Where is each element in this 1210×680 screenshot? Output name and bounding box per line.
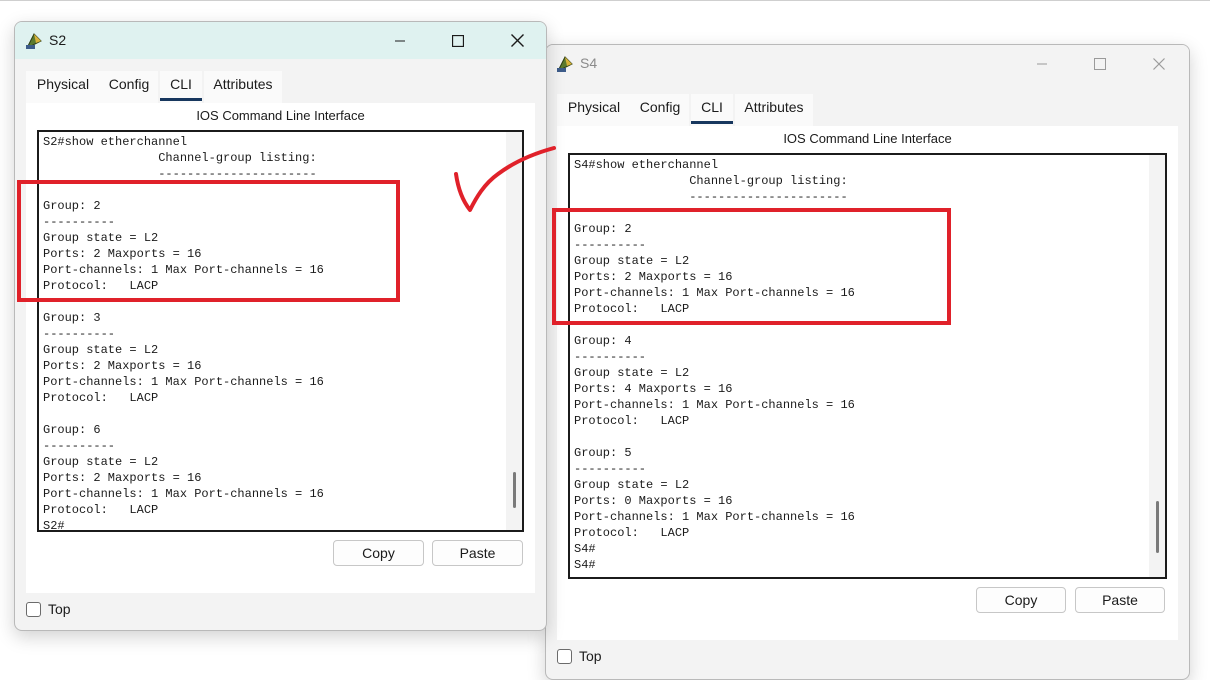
panel-header: IOS Command Line Interface xyxy=(783,131,952,146)
maximize-button[interactable] xyxy=(435,22,481,59)
terminal-output: S4#show etherchannel Channel-group listi… xyxy=(574,158,855,572)
tab-attributes[interactable]: Attributes xyxy=(735,94,813,126)
tab-config[interactable]: Config xyxy=(631,94,689,126)
tab-bar: Physical Config CLI Attributes xyxy=(557,94,1178,126)
desktop-top-border xyxy=(0,0,1210,1)
window-s4[interactable]: S4 Physical Config CLI Attributes IOS Co… xyxy=(545,44,1190,680)
paste-button[interactable]: Paste xyxy=(1075,587,1165,613)
tab-attributes[interactable]: Attributes xyxy=(204,71,282,103)
terminal-scrollbar[interactable] xyxy=(1149,155,1165,577)
window-title: S4 xyxy=(580,55,598,71)
maximize-icon xyxy=(1094,57,1106,70)
top-label: Top xyxy=(48,601,71,617)
close-icon xyxy=(1153,57,1165,70)
window-title: S2 xyxy=(49,32,67,48)
device-panel: Physical Config CLI Attributes IOS Comma… xyxy=(26,71,535,593)
top-checkbox[interactable] xyxy=(26,601,41,617)
maximize-icon xyxy=(452,34,464,47)
tab-bar: Physical Config CLI Attributes xyxy=(26,71,535,103)
top-toggle[interactable]: Top xyxy=(26,601,71,617)
tab-cli[interactable]: CLI xyxy=(691,94,733,126)
cli-terminal[interactable]: S2#show etherchannel Channel-group listi… xyxy=(37,130,524,532)
terminal-output: S2#show etherchannel Channel-group listi… xyxy=(43,135,324,532)
titlebar-s2[interactable]: S2 xyxy=(15,22,546,59)
top-toggle[interactable]: Top xyxy=(557,648,602,664)
close-button[interactable] xyxy=(494,22,540,59)
packet-tracer-switch-icon xyxy=(25,33,42,50)
minimize-button[interactable] xyxy=(1019,45,1065,82)
close-button[interactable] xyxy=(1136,45,1182,82)
tab-config[interactable]: Config xyxy=(100,71,158,103)
copy-button[interactable]: Copy xyxy=(976,587,1066,613)
copy-button[interactable]: Copy xyxy=(333,540,424,566)
tab-physical[interactable]: Physical xyxy=(26,71,100,103)
window-s2[interactable]: S2 Physical Config CLI Attributes IOS Co… xyxy=(14,21,547,631)
top-label: Top xyxy=(579,648,602,664)
panel-header: IOS Command Line Interface xyxy=(196,108,365,123)
packet-tracer-switch-icon xyxy=(556,56,573,73)
minimize-icon xyxy=(1037,63,1047,64)
top-checkbox[interactable] xyxy=(557,648,572,664)
close-icon xyxy=(510,34,524,47)
titlebar-s4[interactable]: S4 xyxy=(546,45,1189,82)
minimize-button[interactable] xyxy=(377,22,423,59)
device-panel: Physical Config CLI Attributes IOS Comma… xyxy=(557,94,1178,640)
tab-physical[interactable]: Physical xyxy=(557,94,631,126)
cli-terminal[interactable]: S4#show etherchannel Channel-group listi… xyxy=(568,153,1167,579)
scrollbar-thumb[interactable] xyxy=(1156,501,1159,553)
paste-button[interactable]: Paste xyxy=(432,540,523,566)
minimize-icon xyxy=(395,40,405,41)
scrollbar-thumb[interactable] xyxy=(513,472,516,508)
maximize-button[interactable] xyxy=(1077,45,1123,82)
terminal-scrollbar[interactable] xyxy=(506,132,522,530)
tab-cli[interactable]: CLI xyxy=(160,71,202,103)
